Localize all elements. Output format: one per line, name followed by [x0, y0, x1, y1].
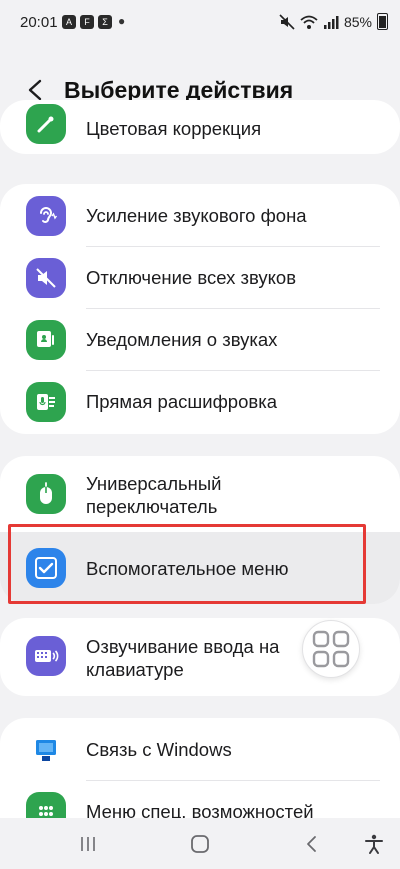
list-item-label: Связь с Windows: [86, 739, 232, 760]
battery-icon: [377, 13, 388, 30]
windows-link-icon: [26, 730, 66, 770]
accessibility-button[interactable]: [354, 830, 394, 858]
settings-card: Усиление звукового фона Отключение всех …: [0, 184, 400, 434]
switch-mouse-icon: [26, 474, 66, 514]
recent-apps-icon: [81, 837, 95, 851]
list-item-sound-notifications[interactable]: Уведомления о звуках: [0, 308, 400, 372]
label-line: клавиатуре: [86, 659, 184, 680]
list-item-mute-all[interactable]: Отключение всех звуков: [0, 246, 400, 310]
list-item-label: Универсальный переключатель: [86, 472, 222, 518]
status-bar: 20:01 A F Σ ● 85%: [0, 0, 400, 46]
notification-icon: Σ: [98, 15, 112, 29]
list-item-link-windows[interactable]: Связь с Windows: [0, 718, 400, 782]
assistant-menu-float-button[interactable]: [302, 620, 360, 678]
list-item-universal-switch[interactable]: Универсальный переключатель: [0, 456, 400, 532]
home-button[interactable]: [180, 830, 220, 858]
list-item-label: Прямая расшифровка: [86, 391, 277, 412]
list-item-label: Цветовая коррекция: [86, 118, 262, 139]
signal-icon: [323, 15, 339, 29]
mute-status-icon: [279, 13, 295, 30]
wifi-icon: [300, 15, 318, 29]
label-line: переключатель: [86, 496, 218, 517]
mute-icon: [26, 258, 66, 298]
list-item-label: Уведомления о звуках: [86, 329, 278, 350]
transcribe-icon: [26, 382, 66, 422]
status-time: 20:01: [20, 14, 58, 31]
notification-icon: A: [62, 15, 76, 29]
list-item-label: Отключение всех звуков: [86, 267, 297, 288]
highlight-box: [8, 524, 366, 604]
back-nav-button[interactable]: [292, 830, 332, 858]
sound-notification-icon: [26, 320, 66, 360]
keyboard-icon: [26, 636, 66, 676]
list-item-ambient-sound[interactable]: Усиление звукового фона: [0, 184, 400, 248]
status-right: 85%: [279, 13, 388, 30]
label-line: Озвучивание ввода на: [86, 636, 280, 657]
list-item-color-correction[interactable]: Цветовая коррекция: [0, 100, 400, 154]
notification-icon: F: [80, 15, 94, 29]
grid-icon: [312, 630, 350, 668]
color-correction-icon: [26, 104, 66, 144]
label-line: Универсальный: [86, 473, 222, 494]
notification-dot-icon: ●: [118, 14, 126, 28]
navigation-bar: [0, 818, 400, 869]
back-nav-icon: [307, 836, 316, 852]
battery-percent: 85%: [343, 13, 372, 30]
ear-icon: [26, 196, 66, 236]
accessibility-icon: [365, 834, 383, 854]
list-item-label: Усиление звукового фона: [86, 205, 307, 226]
recent-apps-button[interactable]: [68, 830, 108, 858]
list-item-live-transcribe[interactable]: Прямая расшифровка: [0, 370, 400, 434]
home-icon: [191, 835, 209, 853]
list-item-label: Озвучивание ввода на клавиатуре: [86, 635, 279, 681]
settings-card: Цветовая коррекция: [0, 100, 400, 154]
